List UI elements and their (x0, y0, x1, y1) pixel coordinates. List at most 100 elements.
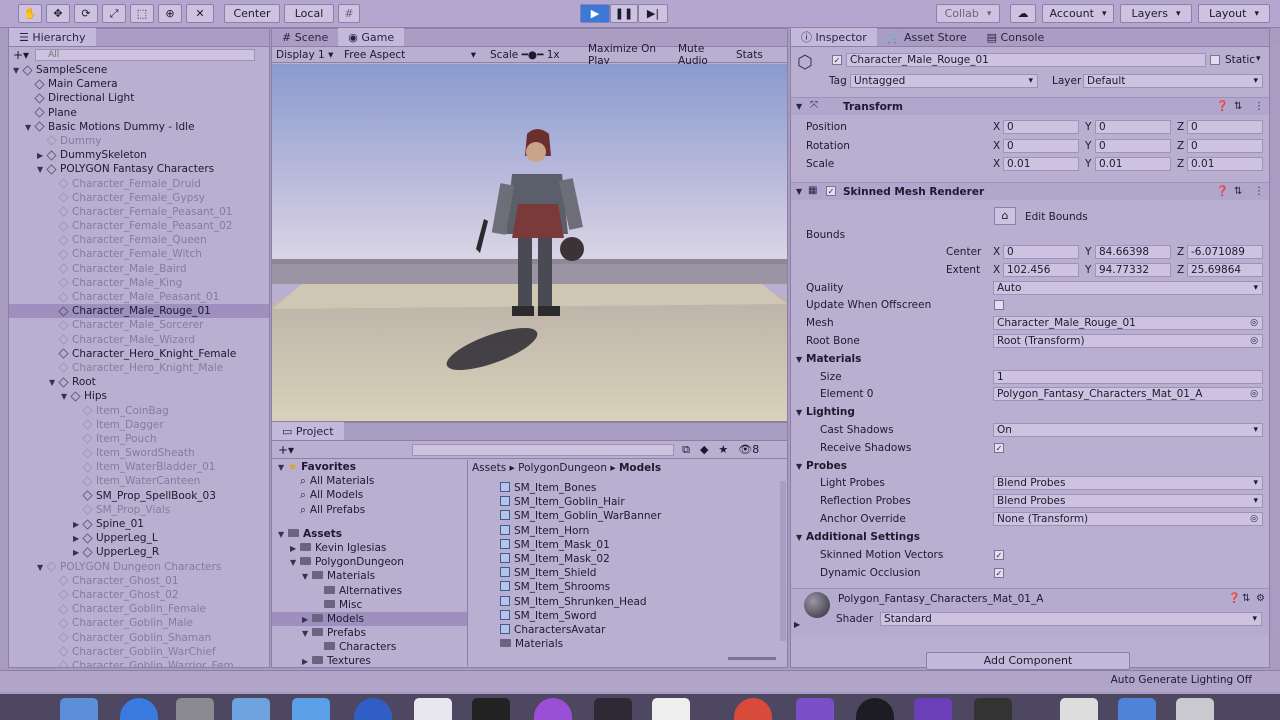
probes-foldout-arrow[interactable]: ▼ (796, 462, 802, 471)
probes-label[interactable]: Probes (806, 460, 847, 472)
foldout-arrow[interactable]: ▼ (302, 627, 312, 641)
transform-foldout-arrow[interactable]: ▼ (796, 102, 802, 111)
breadcrumb-assets[interactable]: Assets (472, 462, 506, 474)
hierarchy-item[interactable]: Item_SwordSheath (9, 446, 269, 460)
tab-game[interactable]: ◉ Game (338, 28, 405, 46)
hierarchy-item[interactable]: Character_Male_Wizard (9, 333, 269, 347)
favorite-item[interactable]: ⌕ All Models (272, 488, 467, 502)
smr-help-icon[interactable]: ❓ (1216, 186, 1228, 197)
edit-bounds-icon[interactable]: ⌂ (994, 207, 1016, 225)
system-preferences-icon[interactable] (176, 698, 214, 720)
unity-icon[interactable] (974, 698, 1012, 720)
tab-inspector[interactable]: ⓘ Inspector (791, 28, 877, 46)
breadcrumb-models[interactable]: Models (619, 462, 661, 474)
asset-item[interactable]: SM_Item_Shrunken_Head (500, 595, 780, 609)
favorite-item[interactable]: ⌕ All Materials (272, 474, 467, 488)
stats-toggle[interactable]: Stats (736, 49, 763, 61)
hierarchy-item[interactable]: Character_Goblin_WarChief (9, 645, 269, 659)
pivot-center-button[interactable]: Center (224, 4, 280, 23)
rect-tool-icon[interactable]: ⬚ (130, 4, 154, 23)
tab-hierarchy[interactable]: ☰ Hierarchy (9, 28, 96, 46)
material-foldout-arrow[interactable]: ▶ (794, 620, 800, 629)
material-presets-icon[interactable]: ⇅ (1242, 593, 1250, 604)
hierarchy-item[interactable]: Character_Hero_Knight_Female (9, 347, 269, 361)
project-search-input[interactable] (412, 443, 675, 456)
folder-tree-item[interactable]: ▼ PolygonDungeon (272, 555, 467, 569)
rotate-tool-icon[interactable]: ⟳ (74, 4, 98, 23)
inspector-scrollbar[interactable] (1272, 44, 1279, 639)
additional-settings-label[interactable]: Additional Settings (806, 531, 920, 543)
icon-size-slider[interactable] (728, 657, 776, 660)
folder-tree-item[interactable]: ▶ Textures (272, 654, 467, 666)
game-viewport[interactable] (272, 64, 787, 421)
asset-item[interactable]: SM_Item_Goblin_WarBanner (500, 509, 780, 523)
collab-dropdown[interactable]: Collab (936, 4, 1000, 23)
play-button[interactable]: ▶ (580, 4, 610, 23)
position-z-field[interactable]: 0 (1187, 120, 1263, 134)
foldout-arrow[interactable]: ▶ (302, 655, 312, 666)
smr-enabled-checkbox[interactable]: ✓ (826, 186, 836, 196)
app-icon-dark[interactable] (594, 698, 632, 720)
hidden-count-icon[interactable]: 👁8 (738, 443, 759, 456)
foldout-arrow[interactable]: ▼ (37, 163, 47, 177)
favorite-star-icon[interactable]: ★ (718, 443, 728, 456)
hierarchy-item[interactable]: Character_Male_Baird (9, 262, 269, 276)
move-tool-icon[interactable]: ✥ (46, 4, 70, 23)
position-y-field[interactable]: 0 (1095, 120, 1171, 134)
hierarchy-item[interactable]: Plane (9, 106, 269, 120)
folder-tree-item[interactable]: Misc (272, 598, 467, 612)
transform-help-icon[interactable]: ❓ (1216, 101, 1228, 112)
hierarchy-item[interactable]: Main Camera (9, 77, 269, 91)
hierarchy-item[interactable]: Character_Goblin_Shaman (9, 631, 269, 645)
asset-item[interactable]: SM_Item_Sword (500, 609, 780, 623)
pause-button[interactable]: ❚❚ (610, 4, 638, 23)
aspect-dropdown[interactable]: Free Aspect ▾ (340, 49, 482, 61)
trash-icon[interactable] (1176, 698, 1214, 720)
quality-dropdown[interactable]: Auto (993, 281, 1263, 295)
center-z-field[interactable]: -6.071089 (1187, 245, 1263, 259)
foldout-arrow[interactable]: ▶ (302, 613, 312, 627)
chrome-icon[interactable] (734, 698, 772, 720)
favorites-header[interactable]: ▼ ★ Favorites (272, 460, 467, 474)
rotation-z-field[interactable]: 0 (1187, 139, 1263, 153)
transform-header[interactable]: Transform (791, 97, 1269, 115)
layers-dropdown[interactable]: Layers (1120, 4, 1192, 23)
transform-menu-icon[interactable]: ⋮ (1254, 101, 1264, 112)
dynamic-occlusion-checkbox[interactable]: ✓ (994, 568, 1004, 578)
rotation-y-field[interactable]: 0 (1095, 139, 1171, 153)
hierarchy-item[interactable]: Item_CoinBag (9, 404, 269, 418)
steam-icon[interactable] (856, 698, 894, 720)
transform-presets-icon[interactable]: ⇅ (1234, 101, 1242, 112)
hierarchy-item[interactable]: ▼ POLYGON Dungeon Characters (9, 560, 269, 574)
foldout-arrow[interactable]: ▼ (61, 390, 71, 404)
hierarchy-item[interactable]: ▼ Root (9, 375, 269, 389)
center-x-field[interactable]: 0 (1003, 245, 1079, 259)
textedit-icon[interactable] (414, 698, 452, 720)
add-component-button[interactable]: Add Component (926, 652, 1130, 670)
anchor-override-object-field[interactable]: None (Transform) ◎ (993, 512, 1263, 526)
scale-tool-icon[interactable]: ⤢ (102, 4, 126, 23)
hand-tool-icon[interactable]: ✋ (18, 4, 42, 23)
asset-item[interactable]: SM_Item_Mask_01 (500, 538, 780, 552)
asset-item[interactable]: CharactersAvatar (500, 623, 780, 637)
filter-label-icon[interactable]: ◆ (700, 443, 708, 456)
podcasts-icon[interactable] (534, 698, 572, 720)
tab-console[interactable]: ▤ Console (977, 28, 1055, 46)
hierarchy-item[interactable]: Dummy (9, 134, 269, 148)
foldout-arrow[interactable]: ▶ (73, 546, 83, 560)
folder-tree-item[interactable]: ▶ Kevin Iglesias (272, 541, 467, 555)
update-offscreen-checkbox[interactable] (994, 300, 1004, 310)
hierarchy-item[interactable]: Character_Hero_Knight_Male (9, 361, 269, 375)
lighting-label[interactable]: Lighting (806, 406, 855, 418)
smr-header[interactable]: Skinned Mesh Renderer (791, 182, 1269, 200)
hierarchy-item[interactable]: Character_Male_King (9, 276, 269, 290)
hierarchy-item[interactable]: Character_Ghost_01 (9, 574, 269, 588)
hierarchy-item[interactable]: SM_Prop_Vials (9, 503, 269, 517)
space-local-button[interactable]: Local (284, 4, 334, 23)
light-probes-dropdown[interactable]: Blend Probes (993, 476, 1263, 490)
foldout-arrow[interactable]: ▼ (302, 570, 312, 584)
safari-icon[interactable] (120, 698, 158, 720)
hierarchy-item[interactable]: Character_Female_Peasant_02 (9, 219, 269, 233)
hierarchy-item[interactable]: ▼ POLYGON Fantasy Characters (9, 162, 269, 176)
cast-shadows-dropdown[interactable]: On (993, 423, 1263, 437)
